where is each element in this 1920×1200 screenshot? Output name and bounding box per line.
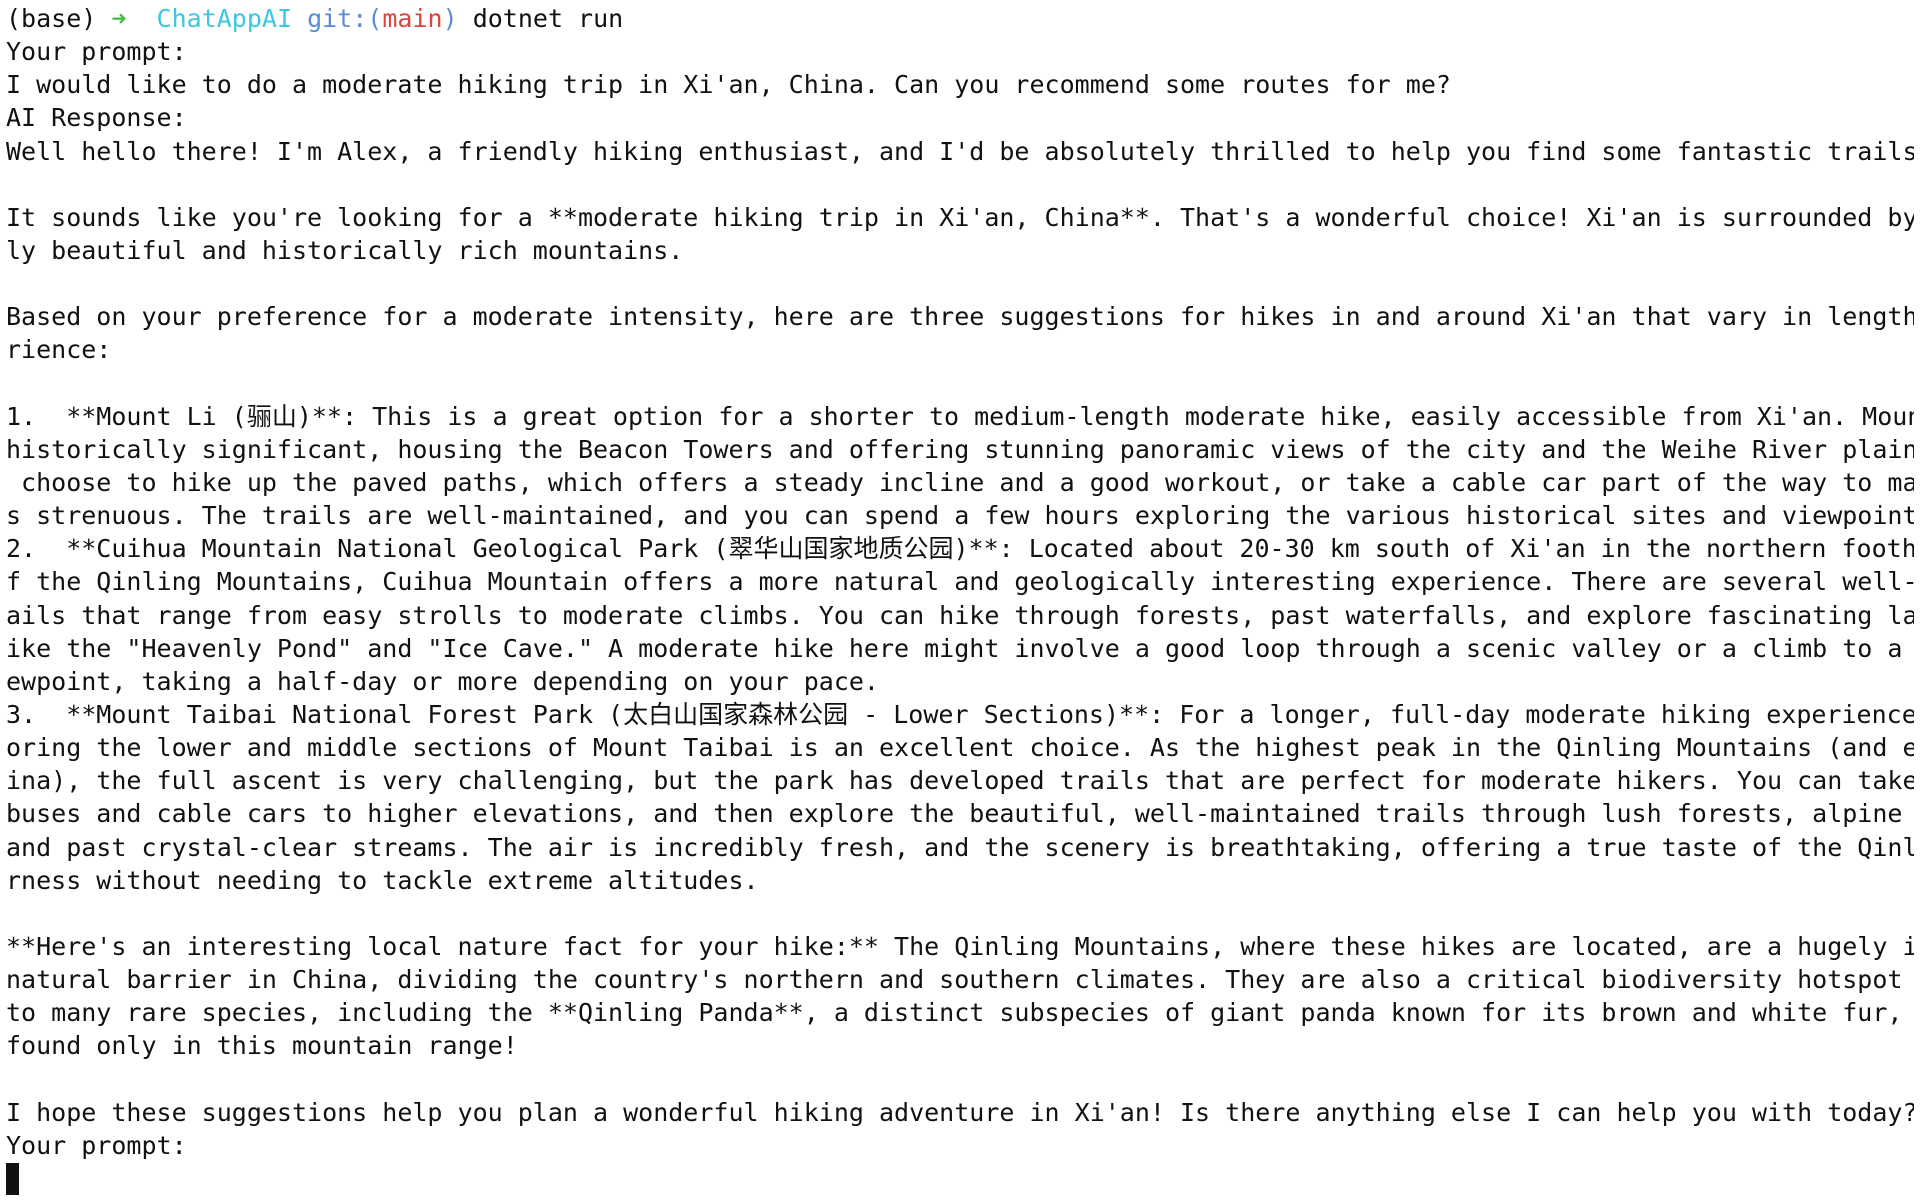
response-line: rience: (6, 335, 112, 365)
response-line: ewpoint, taking a half-day or more depen… (6, 666, 879, 696)
text-cursor (6, 1162, 19, 1195)
response-line (6, 897, 1914, 930)
response-line: ike the "Heavenly Pond" and "Ice Cave." … (6, 633, 1914, 663)
prompt-arrow-icon: ➜ (111, 4, 127, 33)
response-line: historically significant, housing the Be… (6, 434, 1914, 464)
response-line: ina), the full ascent is very challengin… (6, 766, 1914, 796)
response-line: natural barrier in China, dividing the c… (6, 965, 1914, 995)
response-line: I hope these suggestions help you plan a… (6, 1097, 1914, 1127)
response-line: It sounds like you're looking for a **mo… (6, 202, 1914, 232)
response-line: 3. **Mount Taibai National Forest Park (… (6, 699, 1914, 729)
terminal-window[interactable]: (base) ➜ ChatAppAI git:(main) dotnet run… (0, 0, 1920, 1200)
response-label: AI Response: (6, 103, 187, 133)
user-message: I would like to do a moderate hiking tri… (6, 70, 1451, 100)
git-label-close: ) (442, 4, 458, 33)
shell-prompt-line: (base) ➜ ChatAppAI git:(main) dotnet run (6, 2, 1914, 35)
response-line: ly beautiful and historically rich mount… (6, 235, 684, 265)
response-line: s strenuous. The trails are well-maintai… (6, 501, 1914, 531)
response-line: to many rare species, including the **Qi… (6, 998, 1914, 1028)
current-directory: ChatAppAI (156, 4, 293, 33)
conda-env-label: (base) (6, 4, 97, 33)
response-line (6, 267, 1914, 300)
response-line: 2. **Cuihua Mountain National Geological… (6, 534, 1914, 564)
prompt-label-current: Your prompt: (6, 1130, 187, 1160)
response-line: rness without needing to tackle extreme … (6, 865, 759, 895)
response-line: and past crystal-clear streams. The air … (6, 832, 1914, 862)
response-line: buses and cable cars to higher elevation… (6, 799, 1914, 829)
ai-response-body: Well hello there! I'm Alex, a friendly h… (6, 135, 1914, 1129)
response-line: 1. **Mount Li (骊山)**: This is a great op… (6, 401, 1914, 431)
response-line (6, 367, 1914, 400)
response-line (6, 168, 1914, 201)
git-label: git:( (307, 4, 383, 33)
response-line: Well hello there! I'm Alex, a friendly h… (6, 136, 1914, 166)
input-line[interactable] (6, 1162, 1914, 1195)
prompt-label: Your prompt: (6, 37, 187, 67)
response-line: oring the lower and middle sections of M… (6, 733, 1914, 763)
response-line: found only in this mountain range! (6, 1031, 518, 1061)
response-line: **Here's an interesting local nature fac… (6, 931, 1914, 961)
response-line: ails that range from easy strolls to mod… (6, 600, 1914, 630)
command-text: dotnet run (472, 4, 624, 33)
response-line: f the Qinling Mountains, Cuihua Mountain… (6, 567, 1914, 597)
response-line: choose to hike up the paved paths, which… (6, 467, 1914, 497)
git-branch: main (382, 4, 443, 33)
response-line (6, 1063, 1914, 1096)
response-line: Based on your preference for a moderate … (6, 302, 1914, 332)
